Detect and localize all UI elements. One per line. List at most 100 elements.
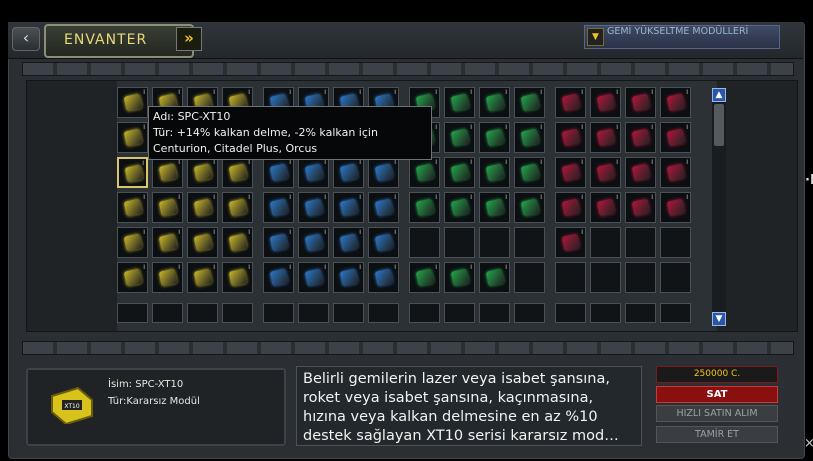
inventory-slot[interactable] bbox=[409, 303, 440, 323]
inventory-slot[interactable]: I bbox=[409, 157, 440, 188]
inventory-slot[interactable]: I bbox=[333, 227, 364, 258]
inventory-slot[interactable]: I bbox=[333, 262, 364, 293]
inventory-slot[interactable]: I bbox=[298, 157, 329, 188]
inventory-slot[interactable] bbox=[555, 262, 586, 293]
inventory-slot[interactable]: I bbox=[479, 192, 510, 223]
inventory-slot[interactable]: I bbox=[117, 262, 148, 293]
inventory-slot[interactable]: I bbox=[625, 157, 656, 188]
inventory-slot[interactable]: I bbox=[660, 87, 691, 118]
inventory-slot[interactable] bbox=[479, 227, 510, 258]
repair-button[interactable]: TAMİR ET bbox=[656, 426, 778, 443]
inventory-slot[interactable]: I bbox=[222, 192, 253, 223]
quick-buy-button[interactable]: HIZLI SATIN ALIM bbox=[656, 405, 778, 422]
inventory-slot[interactable]: I bbox=[479, 157, 510, 188]
inventory-slot[interactable]: I bbox=[152, 157, 183, 188]
inventory-slot[interactable]: I bbox=[222, 262, 253, 293]
inventory-slot[interactable]: I bbox=[409, 262, 440, 293]
inventory-slot[interactable] bbox=[590, 227, 621, 258]
inventory-slot[interactable] bbox=[298, 303, 329, 323]
inventory-slot[interactable]: I bbox=[333, 192, 364, 223]
inventory-slot[interactable]: I bbox=[625, 122, 656, 153]
inventory-slot[interactable]: I bbox=[479, 262, 510, 293]
inventory-slot[interactable]: I bbox=[333, 157, 364, 188]
inventory-slot[interactable]: I bbox=[117, 87, 148, 118]
inventory-slot[interactable]: I bbox=[660, 192, 691, 223]
inventory-slot[interactable]: I bbox=[409, 192, 440, 223]
inventory-slot[interactable]: I bbox=[590, 122, 621, 153]
edge-close-icon[interactable]: × bbox=[804, 436, 813, 451]
inventory-slot[interactable]: I bbox=[555, 87, 586, 118]
inventory-slot[interactable]: I bbox=[117, 122, 148, 153]
inventory-slot[interactable]: I bbox=[117, 157, 148, 188]
back-button[interactable]: ‹ bbox=[12, 27, 40, 51]
inventory-slot[interactable] bbox=[409, 227, 440, 258]
inventory-slot[interactable]: I bbox=[368, 262, 399, 293]
inventory-slot[interactable]: I bbox=[117, 227, 148, 258]
inventory-slot[interactable] bbox=[660, 227, 691, 258]
inventory-slot[interactable]: I bbox=[368, 157, 399, 188]
inventory-slot[interactable]: I bbox=[298, 192, 329, 223]
scroll-down-button[interactable]: ▼ bbox=[712, 312, 726, 326]
inventory-slot[interactable] bbox=[514, 262, 545, 293]
scroll-up-button[interactable]: ▲ bbox=[712, 88, 726, 102]
inventory-slot[interactable] bbox=[479, 303, 510, 323]
module-dropdown[interactable]: ▼ GEMİ YÜKSELTME MODÜLLERİ bbox=[584, 25, 780, 49]
inventory-slot[interactable]: I bbox=[187, 262, 218, 293]
inventory-slot[interactable] bbox=[368, 303, 399, 323]
grid-scrollbar[interactable]: ▲ ▼ bbox=[712, 88, 726, 326]
inventory-slot[interactable] bbox=[660, 303, 691, 323]
inventory-slot[interactable]: I bbox=[222, 157, 253, 188]
inventory-slot[interactable] bbox=[625, 303, 656, 323]
inventory-slot[interactable]: I bbox=[444, 87, 475, 118]
inventory-slot[interactable]: I bbox=[298, 227, 329, 258]
inventory-slot[interactable] bbox=[625, 262, 656, 293]
inventory-slot[interactable]: I bbox=[479, 122, 510, 153]
inventory-slot[interactable]: I bbox=[555, 227, 586, 258]
tab-inventory[interactable]: ENVANTER bbox=[44, 24, 194, 58]
inventory-slot[interactable] bbox=[117, 303, 148, 323]
inventory-slot[interactable]: I bbox=[555, 122, 586, 153]
inventory-slot[interactable]: I bbox=[625, 87, 656, 118]
inventory-slot[interactable] bbox=[187, 303, 218, 323]
inventory-slot[interactable]: I bbox=[263, 227, 294, 258]
inventory-slot[interactable]: I bbox=[152, 227, 183, 258]
inventory-slot[interactable]: I bbox=[514, 157, 545, 188]
inventory-slot[interactable]: I bbox=[263, 262, 294, 293]
inventory-slot[interactable]: I bbox=[444, 262, 475, 293]
inventory-slot[interactable]: I bbox=[514, 122, 545, 153]
sell-button[interactable]: SAT bbox=[656, 386, 778, 403]
inventory-slot[interactable]: I bbox=[298, 262, 329, 293]
inventory-slot[interactable] bbox=[590, 262, 621, 293]
inventory-slot[interactable]: I bbox=[187, 157, 218, 188]
inventory-slot[interactable]: I bbox=[625, 192, 656, 223]
inventory-slot[interactable]: I bbox=[555, 157, 586, 188]
inventory-slot[interactable]: I bbox=[222, 227, 253, 258]
inventory-slot[interactable] bbox=[222, 303, 253, 323]
inventory-slot[interactable]: I bbox=[444, 122, 475, 153]
inventory-slot[interactable]: I bbox=[368, 227, 399, 258]
inventory-slot[interactable] bbox=[152, 303, 183, 323]
scroll-thumb[interactable] bbox=[714, 104, 724, 146]
dropdown-arrow-icon[interactable]: ▼ bbox=[587, 28, 604, 46]
inventory-slot[interactable]: I bbox=[187, 227, 218, 258]
inventory-slot[interactable] bbox=[444, 227, 475, 258]
inventory-slot[interactable]: I bbox=[263, 157, 294, 188]
inventory-slot[interactable] bbox=[625, 227, 656, 258]
inventory-slot[interactable] bbox=[333, 303, 364, 323]
inventory-slot[interactable] bbox=[590, 303, 621, 323]
inventory-slot[interactable]: I bbox=[514, 192, 545, 223]
inventory-slot[interactable]: I bbox=[263, 192, 294, 223]
inventory-slot[interactable]: I bbox=[660, 122, 691, 153]
inventory-slot[interactable]: I bbox=[590, 157, 621, 188]
inventory-slot[interactable]: I bbox=[590, 87, 621, 118]
inventory-slot[interactable]: I bbox=[555, 192, 586, 223]
inventory-slot[interactable] bbox=[514, 303, 545, 323]
inventory-slot[interactable]: I bbox=[444, 192, 475, 223]
inventory-slot[interactable]: I bbox=[590, 192, 621, 223]
inventory-slot[interactable] bbox=[660, 262, 691, 293]
inventory-slot[interactable] bbox=[444, 303, 475, 323]
inventory-slot[interactable]: I bbox=[187, 192, 218, 223]
inventory-slot[interactable]: I bbox=[660, 157, 691, 188]
inventory-slot[interactable]: I bbox=[368, 192, 399, 223]
inventory-slot[interactable] bbox=[514, 227, 545, 258]
